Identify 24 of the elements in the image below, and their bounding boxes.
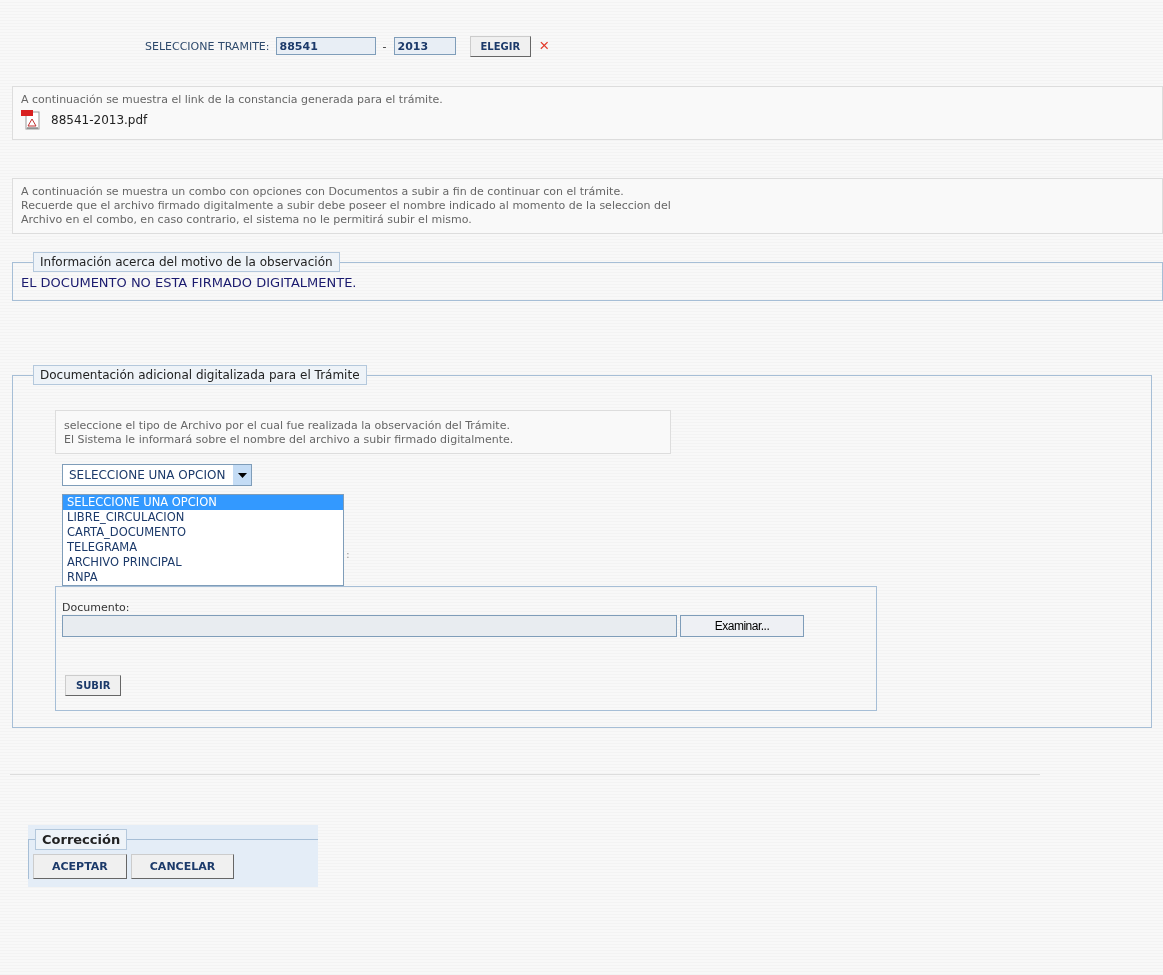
colon-text: : (346, 548, 350, 561)
observation-message: EL DOCUMENTO NO ESTA FIRMADO DIGITALMENTE. (21, 275, 358, 290)
caret-icon (237, 472, 247, 478)
separator-text: - (382, 39, 387, 53)
tramite-year-field[interactable]: 2013 (393, 37, 456, 55)
observation-legend: Información acerca del motivo de la observación (33, 252, 340, 272)
file-path-field[interactable] (62, 615, 677, 637)
tramite-number-field[interactable]: 88541 (275, 37, 376, 55)
instructions-text: A continuación se muestra un combo con opciones con Documentos a subir a fin de continuar con el trámite. Recuerde que el archivo firmado digitalmente a subir debe poseer el nombre indicado al momento de la seleccion del Archivo en el combo, en caso contrario, el sistema no le permitirá subir el mismo. (21, 185, 672, 227)
correction-legend: Corrección (35, 829, 128, 850)
constancia-text: A continuación se muestra el link de la constancia generada para el trámite. (21, 93, 444, 107)
browse-button[interactable]: Examinar... (680, 615, 804, 637)
correction-button[interactable]: ACEPTAR (33, 854, 127, 879)
tramite-label: SELECCIONE TRAMITE: (145, 39, 270, 53)
subir-button[interactable]: SUBIR (65, 675, 122, 696)
pdf-file-icon (21, 109, 43, 131)
correction-button[interactable]: CANCELAR (130, 854, 235, 879)
documentation-legend: Documentación adicional digitalizada para el Trámite (33, 365, 367, 385)
clear-button[interactable]: × (535, 36, 554, 56)
document-label: Documento: (62, 601, 131, 614)
pdf-link[interactable]: 88541-2013.pdf (51, 113, 148, 127)
hint-text: seleccione el tipo de Archivo por el cual fue realizada la observación del Trámite. El Sistema le informará sobre el nombre del archivo a subir firmado digitalmente. (64, 419, 515, 447)
elegir-button[interactable]: ELEGIR (469, 35, 532, 57)
document-type-select[interactable]: SELECCIONE UNA OPCION (62, 464, 253, 486)
